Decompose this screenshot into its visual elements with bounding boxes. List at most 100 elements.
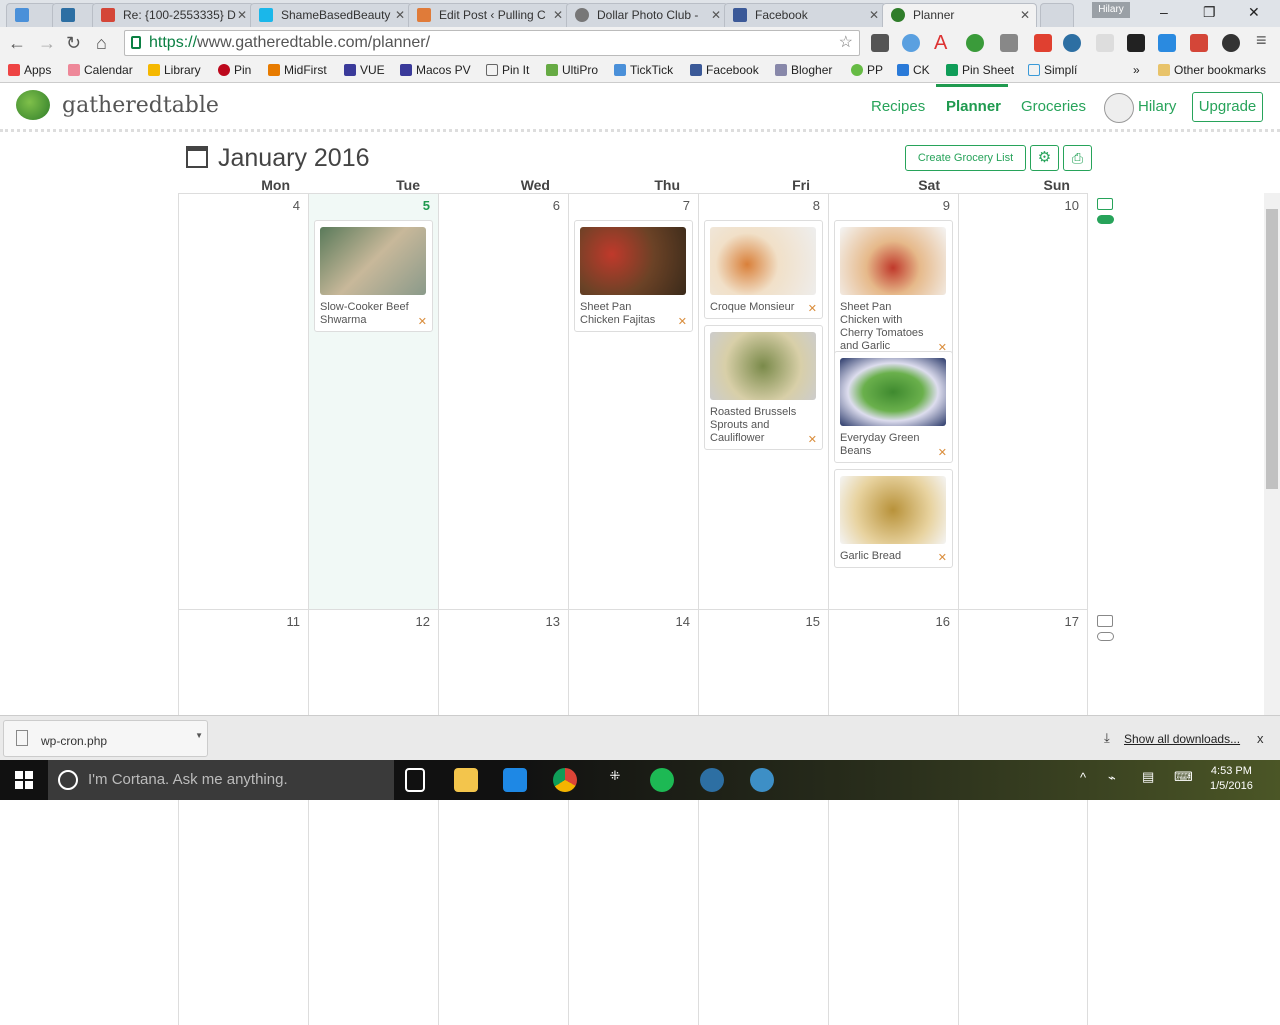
upgrade-button[interactable]: Upgrade [1192,92,1263,122]
browser-tab-active[interactable]: Planner ✕ [882,3,1037,27]
extension-icon[interactable] [966,34,984,52]
browser-tab[interactable]: Facebook ✕ [724,3,886,27]
restore-icon[interactable]: ❐ [1203,4,1216,21]
image-icon[interactable] [1097,615,1113,627]
cortana-search[interactable]: I'm Cortana. Ask me anything. [48,760,394,800]
calendar-day[interactable]: 7 Sheet Pan Chicken Fajitas ✕ [568,194,698,609]
settings-gear-icon[interactable]: ⚙ [1030,145,1059,171]
extension-icon[interactable] [902,34,920,52]
meal-title[interactable]: Sheet Pan Chicken Fajitas [580,301,686,327]
meal-image[interactable] [710,227,816,295]
calendar-day[interactable]: 13 [438,610,568,1025]
images-toggle[interactable] [1097,632,1114,641]
calendar-day[interactable]: 12 [308,610,438,1025]
bookmark[interactable]: Blogher [775,63,832,77]
extension-icon[interactable] [1096,34,1114,52]
create-grocery-list-button[interactable]: Create Grocery List [905,145,1026,171]
calendar-day[interactable]: 8 Croque Monsieur ✕ Roasted Brussels Sprout… [698,194,828,609]
calendar-day[interactable]: 14 [568,610,698,1025]
network-icon[interactable]: ⌁ [1108,770,1116,786]
print-icon[interactable]: ⎙ [1063,145,1092,171]
extension-icon[interactable] [1063,34,1081,52]
notification-icon[interactable]: ▤ [1142,769,1154,785]
close-tab-icon[interactable]: ✕ [1020,8,1030,22]
bookmark[interactable]: Pin [218,63,251,77]
meal-title[interactable]: Slow-Cooker Beef Shwarma [320,301,426,327]
logo[interactable]: gatheredtable [62,93,219,118]
bookmark-star-icon[interactable]: ☆ [839,31,853,55]
bookmark[interactable]: MidFirst [268,63,327,77]
file-explorer-icon[interactable] [454,768,478,792]
remove-meal-icon[interactable]: ✕ [678,315,687,328]
images-toggle[interactable] [1097,215,1114,224]
home-icon[interactable]: ⌂ [96,33,107,54]
avatar[interactable] [1104,93,1134,123]
bookmark[interactable]: Facebook [690,63,759,77]
extension-icon[interactable] [871,34,889,52]
calendar-day[interactable]: 9 Sheet Pan Chicken with Cherry Tomatoes … [828,194,958,609]
bookmark[interactable]: Pin Sheet [946,63,1014,77]
browser-tab[interactable] [6,3,56,27]
chrome-icon[interactable] [553,768,577,792]
extension-icon[interactable] [1000,34,1018,52]
meal-image[interactable] [710,332,816,400]
meal-title[interactable]: Croque Monsieur [710,301,816,314]
close-tab-icon[interactable]: ✕ [237,8,247,22]
download-item[interactable]: wp-cron.php ▼ [3,720,208,757]
close-tab-icon[interactable]: ✕ [869,8,879,22]
meal-title[interactable]: Sheet Pan Chicken with Cherry Tomatoes a… [840,301,946,353]
meal-image[interactable] [840,476,946,544]
nav-recipes[interactable]: Recipes [871,98,925,115]
calendar-day[interactable]: 17 [958,610,1088,1025]
keyboard-icon[interactable]: ⌨ [1174,769,1193,785]
calendar-day[interactable]: 10 [958,194,1088,609]
browser-tab[interactable]: Re: {100-2553335} D ✕ [92,3,254,27]
nav-planner[interactable]: Planner [946,98,1001,115]
meal-card[interactable]: Everyday Green Beans ✕ [834,351,953,463]
calendar-day[interactable]: 5 Slow-Cooker Beef Shwarma ✕ [308,194,438,609]
bookmark[interactable]: Macos PV [400,63,471,77]
spotify-icon[interactable] [650,768,674,792]
bookmark[interactable]: Pin It [486,63,529,77]
meal-image[interactable] [840,358,946,426]
calendar-day[interactable]: 6 [438,194,568,609]
extension-icon[interactable] [1034,34,1052,52]
show-all-downloads-link[interactable]: Show all downloads... [1124,732,1240,746]
acrobat-icon[interactable]: A [934,33,952,53]
bookmark[interactable]: Library [148,63,201,77]
meal-card[interactable]: Sheet Pan Chicken with Cherry Tomatoes a… [834,220,953,358]
scrollbar[interactable] [1264,193,1280,715]
new-tab-button[interactable] [1040,3,1074,27]
close-tab-icon[interactable]: ✕ [395,8,405,22]
task-view-icon[interactable] [405,768,425,792]
meal-card[interactable]: Roasted Brussels Sprouts and Cauliflower… [704,325,823,450]
remove-meal-icon[interactable]: ✕ [808,433,817,446]
reload-icon[interactable]: ↻ [66,33,81,54]
close-tab-icon[interactable]: ✕ [553,8,563,22]
meal-card[interactable]: Sheet Pan Chicken Fajitas ✕ [574,220,693,332]
bookmark[interactable]: UltiPro [546,63,598,77]
calendar-day[interactable]: 16 [828,610,958,1025]
remove-meal-icon[interactable]: ✕ [418,315,427,328]
meal-image[interactable] [580,227,686,295]
app-icon[interactable] [503,768,527,792]
remove-meal-icon[interactable]: ✕ [938,446,947,459]
extension-icon[interactable] [1127,34,1145,52]
meal-title[interactable]: Roasted Brussels Sprouts and Cauliflower [710,406,816,445]
meal-card[interactable]: Garlic Bread ✕ [834,469,953,568]
m-app-icon[interactable] [750,768,774,792]
bookmark[interactable]: PP [851,63,883,77]
dropdown-arrow-icon[interactable]: ▼ [195,731,203,740]
logo-icon[interactable] [16,90,50,120]
meal-card[interactable]: Slow-Cooker Beef Shwarma ✕ [314,220,433,332]
close-window-icon[interactable]: ✕ [1248,4,1260,21]
user-menu[interactable]: Hilary [1138,98,1176,115]
scrollbar-thumb[interactable] [1266,209,1278,489]
close-downloads-button[interactable]: x [1257,731,1264,746]
close-tab-icon[interactable]: ✕ [711,8,721,22]
app-icon[interactable]: ⁜ [603,768,627,792]
browser-tab[interactable]: Edit Post ‹ Pulling C ✕ [408,3,570,27]
clock[interactable]: 4:53 PM 1/5/2016 [1210,764,1253,794]
gmail-icon[interactable] [1190,34,1208,52]
bookmark[interactable]: CK [897,63,930,77]
